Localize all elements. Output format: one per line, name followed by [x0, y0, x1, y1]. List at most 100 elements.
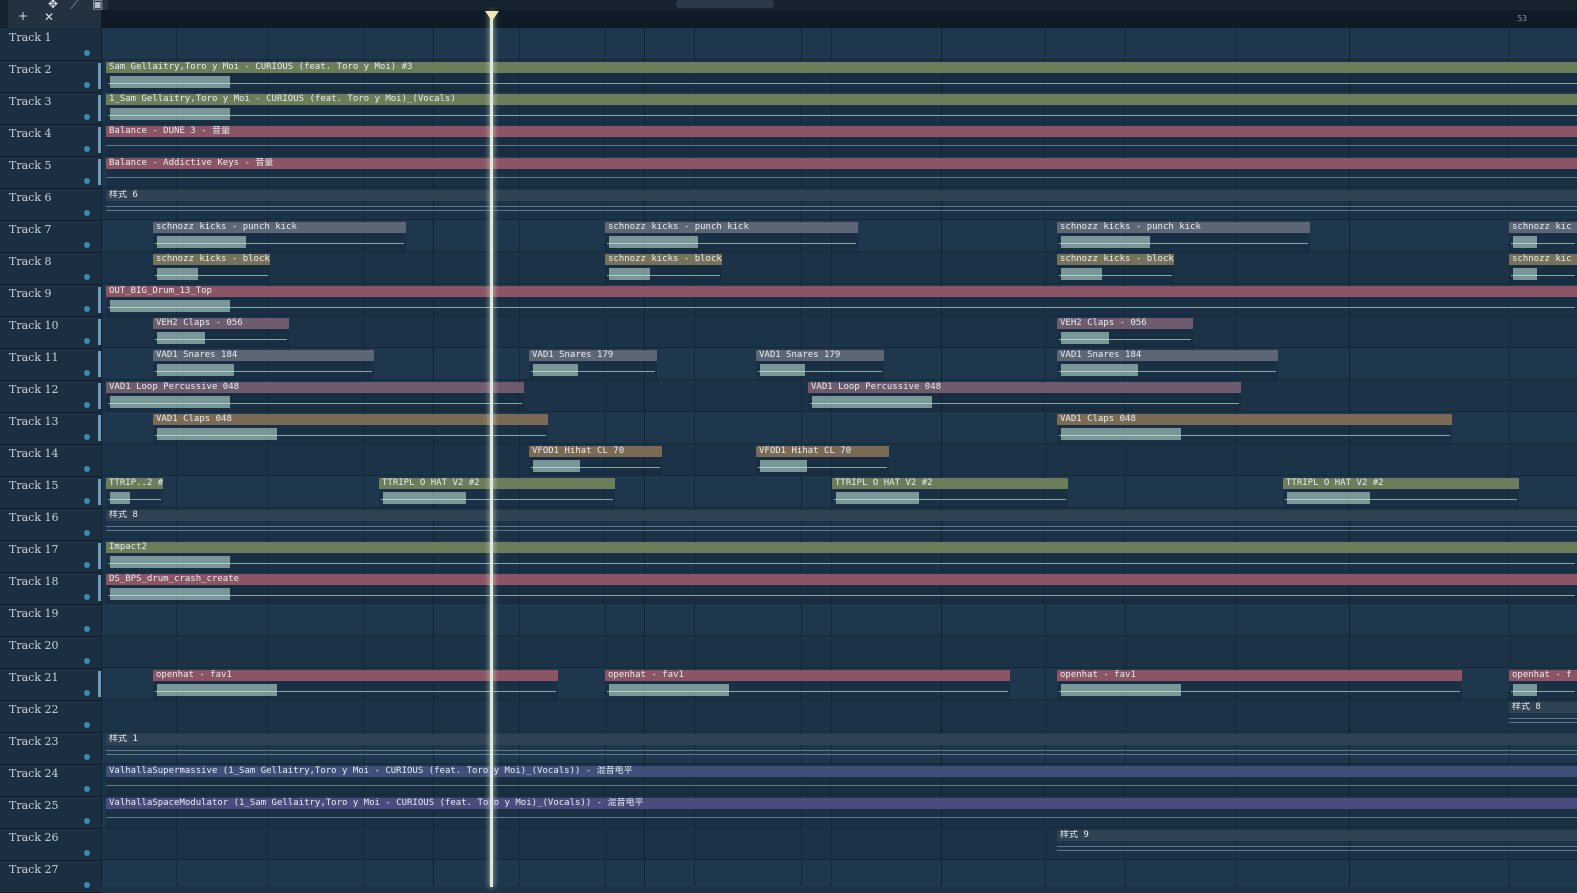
pattern-clip[interactable]: 样式 8 — [1509, 702, 1577, 732]
track-lane[interactable] — [101, 252, 1577, 284]
audio-clip[interactable]: schnozz kicks - punch kick — [1057, 222, 1310, 252]
track-header[interactable]: Track 16 — [0, 509, 101, 541]
audio-clip[interactable]: VAD1 Loop Percussive 048 — [106, 382, 524, 412]
audio-clip[interactable]: schnozz kicks - block kick — [605, 254, 722, 284]
track-header[interactable]: Track 17 — [0, 541, 105, 573]
link-icon[interactable]: ⟋ — [70, 0, 78, 13]
track-lane[interactable] — [101, 604, 1577, 636]
track-header[interactable]: Track 2 — [0, 61, 105, 93]
track-lane[interactable] — [101, 28, 1577, 60]
track-enable-led-icon[interactable] — [84, 434, 90, 440]
audio-clip[interactable]: schnozz kic — [1509, 254, 1577, 284]
audio-clip[interactable]: VAD1 Claps 048 — [1057, 414, 1452, 444]
track-enable-led-icon[interactable] — [84, 82, 90, 88]
audio-clip[interactable]: VAD1 Snares 179 — [529, 350, 657, 380]
track-enable-led-icon[interactable] — [84, 562, 90, 568]
pattern-clip[interactable]: 样式 9 — [1057, 830, 1577, 860]
track-header[interactable]: Track 4 — [0, 125, 105, 157]
close-icon[interactable]: ✕ — [44, 10, 54, 24]
audio-clip[interactable]: Sam Gellaitry,Toro y Moi - CURIOUS (feat… — [106, 62, 1577, 92]
audio-clip[interactable]: VEH2 Claps - 056 — [153, 318, 289, 348]
track-header[interactable]: Track 8 — [0, 253, 101, 285]
audio-clip[interactable]: VAD1 Loop Percussive 048 — [808, 382, 1241, 412]
playhead-line[interactable] — [490, 12, 493, 887]
track-enable-led-icon[interactable] — [84, 306, 90, 312]
crosshair-icon[interactable]: ✥ — [48, 0, 58, 11]
track-header[interactable]: Track 27 — [0, 861, 101, 893]
track-header[interactable]: Track 12 — [0, 381, 105, 413]
track-header[interactable]: Track 24 — [0, 765, 101, 797]
track-enable-led-icon[interactable] — [84, 594, 90, 600]
audio-clip[interactable]: schnozz kicks - punch kick — [605, 222, 858, 252]
audio-clip[interactable]: openhat - fav1 — [153, 670, 558, 700]
track-enable-led-icon[interactable] — [84, 178, 90, 184]
timeline-ruler[interactable]: 53 — [101, 10, 1577, 28]
audio-clip[interactable]: schnozz kicks - punch kick — [153, 222, 406, 252]
track-enable-led-icon[interactable] — [84, 146, 90, 152]
add-icon[interactable]: + — [18, 9, 28, 23]
track-header[interactable]: Track 26 — [0, 829, 101, 861]
track-enable-led-icon[interactable] — [84, 754, 90, 760]
audio-clip[interactable]: TTRIP..2 #2 — [106, 478, 163, 508]
track-lane[interactable] — [101, 700, 1577, 732]
track-header[interactable]: Track 6 — [0, 189, 101, 221]
audio-clip[interactable]: VFOD1 Hihat CL 70 — [756, 446, 889, 476]
track-enable-led-icon[interactable] — [84, 658, 90, 664]
audio-clip[interactable]: schnozz kic — [1509, 222, 1577, 252]
track-enable-led-icon[interactable] — [84, 466, 90, 472]
track-header[interactable]: Track 14 — [0, 445, 101, 477]
track-lane[interactable] — [101, 316, 1577, 348]
track-enable-led-icon[interactable] — [84, 114, 90, 120]
track-enable-led-icon[interactable] — [84, 882, 90, 888]
automation-clip[interactable]: Balance - DUNE 3 - 音量 — [106, 126, 1577, 156]
audio-clip[interactable]: openhat - fav1 — [1057, 670, 1462, 700]
track-header[interactable]: Track 22 — [0, 701, 101, 733]
pattern-clip[interactable]: 样式 1 — [106, 734, 1577, 764]
track-header[interactable]: Track 20 — [0, 637, 101, 669]
track-header[interactable]: Track 3 — [0, 93, 105, 125]
track-enable-led-icon[interactable] — [84, 850, 90, 856]
audio-clip[interactable]: OUT_BIG_Drum_13_Top — [106, 286, 1577, 316]
track-header[interactable]: Track 5 — [0, 157, 105, 189]
audio-clip[interactable]: 1_Sam Gellaitry,Toro y Moi - CURIOUS (fe… — [106, 94, 1577, 124]
track-header[interactable]: Track 10 — [0, 317, 105, 349]
playhead-marker-icon[interactable] — [485, 11, 499, 21]
automation-clip[interactable]: Balance - Addictive Keys - 音量 — [106, 158, 1577, 188]
audio-clip[interactable]: DS_BPS_drum_crash_create — [106, 574, 1577, 604]
audio-clip[interactable]: TTRIPL O HAT V2 #2 — [379, 478, 615, 508]
pattern-clip[interactable]: 样式 6 — [106, 190, 1577, 220]
horizontal-scrollbar-thumb[interactable] — [676, 0, 774, 8]
track-header[interactable]: Track 19 — [0, 605, 101, 637]
track-enable-led-icon[interactable] — [84, 786, 90, 792]
track-header[interactable]: Track 9 — [0, 285, 105, 317]
track-enable-led-icon[interactable] — [84, 338, 90, 344]
track-enable-led-icon[interactable] — [84, 50, 90, 56]
track-lane[interactable] — [101, 636, 1577, 668]
audio-clip[interactable]: VAD1 Snares 179 — [756, 350, 884, 380]
track-enable-led-icon[interactable] — [84, 690, 90, 696]
audio-clip[interactable]: schnozz kicks - block kick — [153, 254, 270, 284]
audio-clip[interactable]: TTRIPL O HAT V2 #2 — [1283, 478, 1519, 508]
audio-clip[interactable]: openhat - fav1 — [605, 670, 1010, 700]
automation-clip[interactable]: ValhallaSupermassive (1_Sam Gellaitry,To… — [106, 766, 1577, 796]
playlist-grid[interactable]: Sam Gellaitry,Toro y Moi - CURIOUS (feat… — [101, 28, 1577, 887]
pattern-clip[interactable]: 样式 8 — [106, 510, 1577, 540]
track-enable-led-icon[interactable] — [84, 210, 90, 216]
audio-clip[interactable]: VEH2 Claps - 056 — [1057, 318, 1193, 348]
audio-clip[interactable]: Impact2 — [106, 542, 1577, 572]
track-header[interactable]: Track 7 — [0, 221, 101, 253]
audio-clip[interactable]: schnozz kicks - block kick — [1057, 254, 1174, 284]
track-header[interactable]: Track 18 — [0, 573, 105, 605]
audio-clip[interactable]: VFOD1 Hihat CL 70 — [529, 446, 662, 476]
track-enable-led-icon[interactable] — [84, 274, 90, 280]
track-enable-led-icon[interactable] — [84, 722, 90, 728]
audio-clip[interactable]: VAD1 Snares 184 — [1057, 350, 1278, 380]
track-enable-led-icon[interactable] — [84, 242, 90, 248]
audio-clip[interactable]: openhat - f — [1509, 670, 1577, 700]
track-enable-led-icon[interactable] — [84, 370, 90, 376]
audio-clip[interactable]: VAD1 Snares 184 — [153, 350, 374, 380]
track-enable-led-icon[interactable] — [84, 402, 90, 408]
track-enable-led-icon[interactable] — [84, 818, 90, 824]
track-lane[interactable] — [101, 860, 1577, 887]
track-header[interactable]: Track 21 — [0, 669, 105, 701]
